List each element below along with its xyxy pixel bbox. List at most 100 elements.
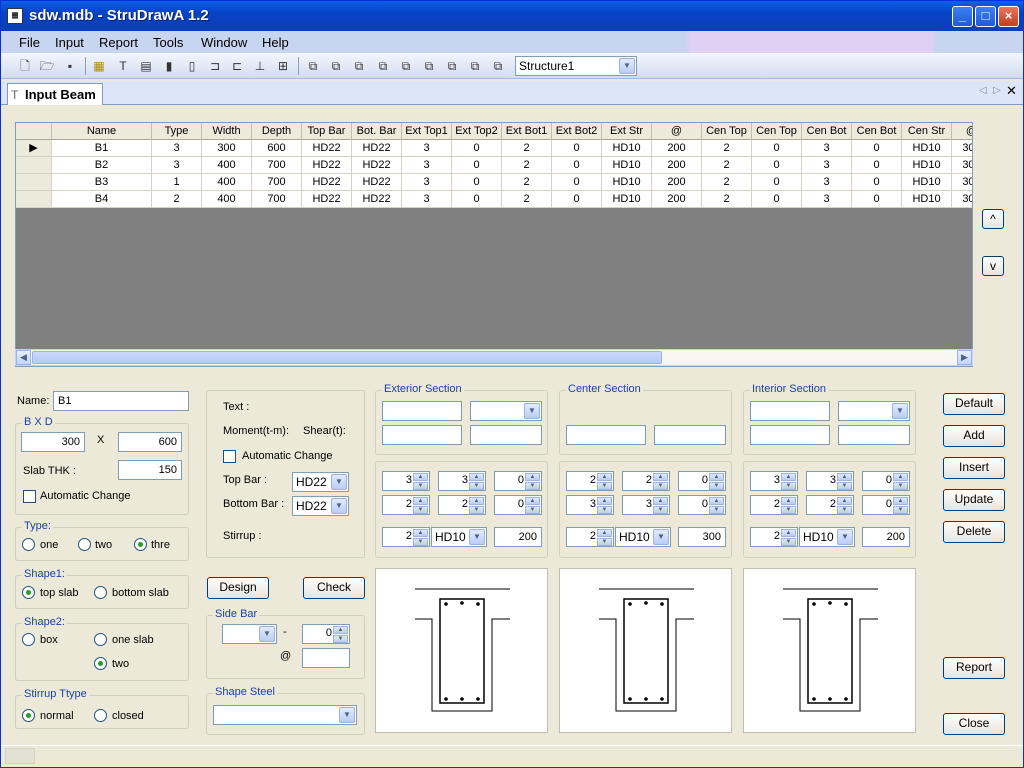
table-cell[interactable]: ▶ <box>16 140 52 157</box>
spin-up-icon[interactable]: ▲ <box>413 473 428 481</box>
table-cell[interactable]: 300 <box>952 191 972 208</box>
table-cell[interactable]: HD10 <box>902 157 952 174</box>
table-cell[interactable]: 3 <box>802 174 852 191</box>
spin-up-icon[interactable]: ▲ <box>413 529 428 537</box>
spin-up-icon[interactable]: ▲ <box>333 626 348 634</box>
shape-steel-select[interactable]: ▼ <box>213 705 357 725</box>
tab-scroll-left-icon[interactable]: ◁ <box>979 85 987 96</box>
bottom-bar-select[interactable]: HD22 ▼ <box>292 496 349 516</box>
table-cell[interactable]: HD22 <box>302 140 352 157</box>
pile-tool-icon[interactable]: ⊞ <box>275 58 291 74</box>
update-button[interactable]: Update <box>943 489 1005 511</box>
report-tool-icon-9[interactable]: ⧉ <box>490 58 506 74</box>
column-header[interactable] <box>16 123 52 140</box>
table-cell[interactable]: 2 <box>702 157 752 174</box>
chevron-down-icon[interactable]: ▼ <box>524 403 540 419</box>
section-bot-spinner[interactable]: 3 ▲ ▼ <box>622 495 670 515</box>
table-cell[interactable]: 3 <box>802 140 852 157</box>
section-shear-field[interactable] <box>838 425 910 445</box>
table-cell[interactable]: 0 <box>452 191 502 208</box>
default-button[interactable]: Default <box>943 393 1005 415</box>
column-header[interactable]: Ext Top1 <box>402 123 452 140</box>
table-cell[interactable]: 3 <box>402 191 452 208</box>
table-cell[interactable] <box>16 191 52 208</box>
section-moment-field[interactable] <box>750 425 830 445</box>
table-cell[interactable]: 2 <box>502 174 552 191</box>
table-cell[interactable]: 2 <box>502 191 552 208</box>
spin-up-icon[interactable]: ▲ <box>893 497 908 505</box>
spin-down-icon[interactable]: ▼ <box>413 538 428 546</box>
table-cell[interactable]: 2 <box>502 140 552 157</box>
table-cell[interactable]: 0 <box>852 191 902 208</box>
design-button[interactable]: Design <box>207 577 269 599</box>
table-cell[interactable]: 0 <box>552 174 602 191</box>
column-tool-icon[interactable]: ▮ <box>161 58 177 74</box>
spin-down-icon[interactable]: ▼ <box>653 506 668 514</box>
table-cell[interactable]: HD22 <box>352 174 402 191</box>
table-cell[interactable]: HD10 <box>602 140 652 157</box>
add-button[interactable]: Add <box>943 425 1005 447</box>
table-cell[interactable]: 700 <box>252 174 302 191</box>
stirrup-normal-radio[interactable] <box>22 709 35 722</box>
slab-tool-icon[interactable]: ▤ <box>138 58 154 74</box>
section-top-spinner[interactable]: 3 ▲ ▼ <box>382 471 430 491</box>
table-cell[interactable]: 300 <box>202 140 252 157</box>
spin-up-icon[interactable]: ▲ <box>653 473 668 481</box>
table-cell[interactable]: HD22 <box>302 191 352 208</box>
stirrup-spacing-field[interactable]: 300 <box>678 527 726 547</box>
section-shear-field[interactable] <box>470 425 542 445</box>
section-select[interactable]: ▼ <box>838 401 910 421</box>
side-bar-count-spinner[interactable]: 0 ▲ ▼ <box>302 624 350 644</box>
table-cell[interactable]: 0 <box>852 174 902 191</box>
table-cell[interactable]: 400 <box>202 174 252 191</box>
spin-down-icon[interactable]: ▼ <box>709 506 724 514</box>
table-cell[interactable]: 2 <box>702 191 752 208</box>
tab-scroll-right-icon[interactable]: ▷ <box>993 85 1001 96</box>
section-top-spinner[interactable]: 3 ▲ ▼ <box>750 471 798 491</box>
move-up-button[interactable]: ^ <box>982 209 1004 229</box>
menu-input[interactable]: Input <box>55 35 84 50</box>
spin-down-icon[interactable]: ▼ <box>413 482 428 490</box>
depth-field[interactable]: 600 <box>118 432 182 452</box>
table-cell[interactable]: 400 <box>202 191 252 208</box>
table-cell[interactable]: 0 <box>752 174 802 191</box>
spin-down-icon[interactable]: ▼ <box>525 482 540 490</box>
chevron-down-icon[interactable]: ▼ <box>619 58 635 74</box>
column-header[interactable]: @ <box>952 123 972 140</box>
spin-down-icon[interactable]: ▼ <box>781 538 796 546</box>
open-folder-icon[interactable]: 🗁 <box>39 58 55 74</box>
table-cell[interactable]: 0 <box>752 140 802 157</box>
spin-up-icon[interactable]: ▲ <box>597 473 612 481</box>
shape2-one-slab-radio[interactable] <box>94 633 107 646</box>
table-cell[interactable]: 300 <box>952 174 972 191</box>
structure-combo[interactable]: Structure1 ▼ <box>515 56 637 76</box>
table-cell[interactable]: 200 <box>652 174 702 191</box>
table-cell[interactable]: 2 <box>152 191 202 208</box>
table-cell[interactable]: 0 <box>452 157 502 174</box>
chevron-down-icon[interactable]: ▼ <box>331 498 347 514</box>
close-button[interactable]: Close <box>943 713 1005 735</box>
chevron-down-icon[interactable]: ▼ <box>837 529 853 545</box>
table-cell[interactable]: HD22 <box>352 157 402 174</box>
table-cell[interactable]: 0 <box>852 157 902 174</box>
table-cell[interactable] <box>16 157 52 174</box>
spin-down-icon[interactable]: ▼ <box>781 482 796 490</box>
column-header[interactable]: Ext Bot1 <box>502 123 552 140</box>
table-cell[interactable]: 700 <box>252 191 302 208</box>
spin-up-icon[interactable]: ▲ <box>709 473 724 481</box>
scroll-right-icon[interactable]: ▶ <box>957 350 972 365</box>
report-tool-icon-5[interactable]: ⧉ <box>398 58 414 74</box>
spin-up-icon[interactable]: ▲ <box>653 497 668 505</box>
section-top-spinner[interactable]: 0 ▲ ▼ <box>494 471 542 491</box>
report-tool-icon-8[interactable]: ⧉ <box>467 58 483 74</box>
column-header[interactable]: Width <box>202 123 252 140</box>
check-button[interactable]: Check <box>303 577 365 599</box>
type-two-radio[interactable] <box>78 538 91 551</box>
spin-down-icon[interactable]: ▼ <box>709 482 724 490</box>
spin-up-icon[interactable]: ▲ <box>597 529 612 537</box>
table-cell[interactable]: 300 <box>952 157 972 174</box>
column-header[interactable]: Cen Top <box>752 123 802 140</box>
table-cell[interactable]: HD22 <box>302 157 352 174</box>
chevron-down-icon[interactable]: ▼ <box>331 474 347 490</box>
table-cell[interactable]: HD10 <box>902 174 952 191</box>
